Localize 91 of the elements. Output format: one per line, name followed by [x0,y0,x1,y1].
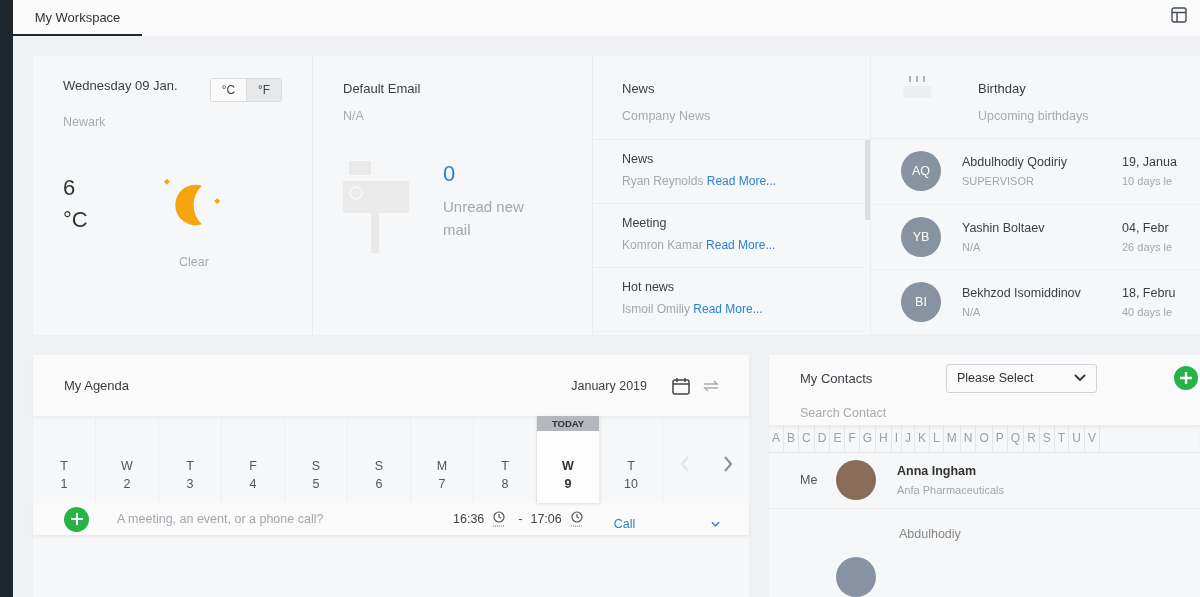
news-title: News [622,81,656,96]
person-role: N/A [962,240,982,253]
letter-filter[interactable]: N [960,424,977,452]
person-name: Abdulhodiy Qodiriy [962,155,1068,170]
unread-label: Unread new mail [443,197,525,240]
letter-filter[interactable]: B [784,424,800,452]
workspace-tab[interactable]: My Workspace [13,0,142,36]
temperature-value: 6 [63,175,77,201]
contact-name: Abdulhodiy [899,527,961,541]
weather-condition: Clear [179,255,209,269]
news-item-title: News [622,152,655,166]
person-role: N/A [962,305,982,318]
letter-filter[interactable]: L [930,424,944,452]
add-contact-button[interactable] [1174,366,1198,391]
agenda-title: My Agenda [64,378,131,393]
person-role: SUPERVISOR [962,175,1035,188]
add-event-button[interactable] [64,506,89,532]
letter-filter[interactable]: O [976,424,993,452]
read-more-link[interactable]: Read More... [706,238,776,252]
birthday-title: Birthday [978,81,1027,96]
letter-filter[interactable]: M [943,424,961,452]
avatar-initials: AQ [901,151,941,192]
search-field[interactable]: Search Contact [769,401,1200,425]
next-icon[interactable] [721,454,734,474]
birthday-date: 04, Febr [1122,220,1170,235]
photo-placeholder [836,460,876,501]
me-label: Me [800,473,819,488]
letter-filter[interactable]: D [814,424,831,452]
news-item-title: Hot news [622,280,676,294]
birthday-date: 19, Janua [1122,155,1178,170]
days-left: 26 days le [1122,240,1174,253]
cake-icon [901,74,933,98]
letter-filter[interactable]: G [859,424,877,452]
news-author: Ismoil Omiliy [622,302,690,316]
letter-filter[interactable]: P [992,424,1008,452]
start-time[interactable]: 16:36 [453,512,485,526]
group-select[interactable]: Please Select [946,363,1097,393]
clock-icon[interactable] [492,511,507,527]
end-time[interactable]: 17:06 [530,512,562,526]
letter-filter[interactable]: T [1054,424,1070,452]
temperature-unit: °C [63,207,89,233]
contacts-title: My Contacts [800,370,874,386]
calendar-icon[interactable] [671,375,691,396]
letter-filter[interactable]: K [915,424,931,452]
letter-filter[interactable]: S [1039,424,1055,452]
email-address: N/A [343,109,365,123]
letter-filter[interactable]: U [1069,424,1085,452]
scrollbar[interactable] [865,140,870,220]
person-name: Bekhzod Isomiddinov [962,285,1082,300]
letter-filter[interactable]: J [902,424,916,452]
news-subtitle: Company News [622,109,712,123]
chevron-icon [1074,374,1086,383]
avatar-circle [836,557,876,597]
city-name: Newark [63,115,107,129]
month-label: January 2019 [571,378,647,393]
birthday-subtitle: Upcoming birthdays [978,109,1089,123]
contact-name: Anna Ingham [897,464,978,479]
days-left: 40 days le [1122,305,1174,318]
days-left: 10 days le [1122,175,1174,188]
news-item-title: Meeting [622,216,668,230]
day-cell[interactable]: TODAY W 9 [537,416,600,503]
news-author: Ryan Reynolds [622,174,704,188]
letter-filter[interactable]: I [891,424,903,452]
unit-toggle[interactable]: °F [246,79,281,101]
read-more-link[interactable]: Read More... [693,302,763,316]
unit-toggle[interactable]: °C [211,79,246,101]
event-input[interactable]: A meeting, an event, or a phone call? [115,511,449,527]
read-more-link[interactable]: Read More... [706,174,777,188]
layout-icon[interactable] [1171,7,1187,23]
person-name: Yashin Boltaev [962,220,1046,235]
news-author: Komron Kamar [622,238,703,252]
letter-filter[interactable]: E [830,424,846,452]
avatar-initials: YB [901,216,941,257]
event-type-select[interactable]: Call [607,516,727,532]
today-badge: TODAY [537,416,599,431]
avatar-initials: BI [901,281,941,322]
letter-filter[interactable]: A [769,424,784,452]
letter-filter[interactable]: C [799,424,815,452]
unread-count: 0 [443,161,457,187]
caret-icon [711,521,721,527]
time-separator: - [518,512,523,526]
letter-filter[interactable]: F [845,424,860,452]
weather-date: Wednesday 09 Jan. [63,78,178,93]
email-title: Default Email [343,81,422,96]
letter-filter[interactable]: V [1084,424,1100,452]
birthday-date: 18, Febru [1122,285,1177,300]
letter-filter[interactable]: H [876,424,892,452]
contact-company: Anfa Pharmaceuticals [897,484,1004,497]
letter-filter[interactable]: R [1024,424,1040,452]
clock-icon[interactable] [569,511,584,527]
letter-filter[interactable]: Q [1007,424,1025,452]
